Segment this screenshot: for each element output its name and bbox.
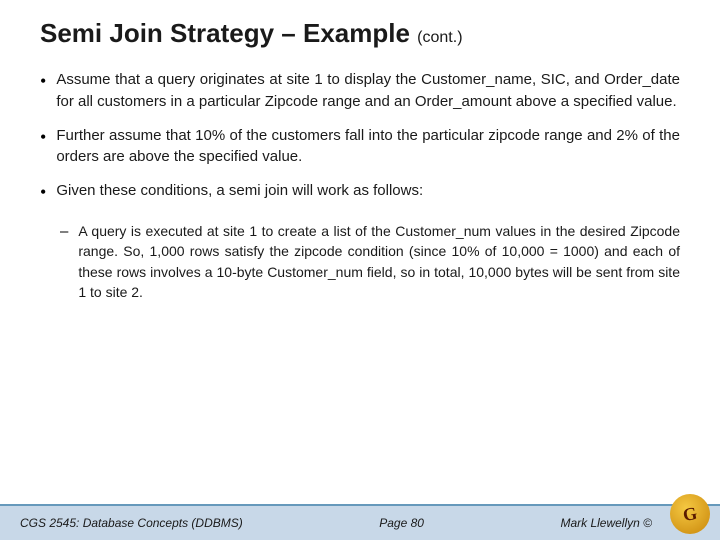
logo-circle: G [670,494,710,534]
logo: G [670,494,714,538]
sub-bullet-dash-1: – [60,221,68,243]
bullet-dot-1: • [40,69,46,94]
footer-right: Mark Llewellyn © [560,516,652,530]
footer-center: Page 80 [379,516,424,530]
logo-text: G [682,504,699,524]
slide-footer: CGS 2545: Database Concepts (DDBMS) Page… [0,504,720,540]
bullet-item-2: • Further assume that 10% of the custome… [40,125,680,169]
footer-left: CGS 2545: Database Concepts (DDBMS) [20,516,243,530]
bullet-dot-2: • [40,125,46,150]
slide-header: Semi Join Strategy – Example (cont.) [0,0,720,59]
bullet-item-1: • Assume that a query originates at site… [40,69,680,113]
bullet-text-3: Given these conditions, a semi join will… [56,180,423,202]
slide-content: • Assume that a query originates at site… [0,59,720,504]
bullet-text-1: Assume that a query originates at site 1… [56,69,680,113]
title-cont: (cont.) [417,29,462,46]
slide-container: Semi Join Strategy – Example (cont.) • A… [0,0,720,540]
sub-bullet-1: – A query is executed at site 1 to creat… [60,221,680,302]
slide-title: Semi Join Strategy – Example (cont.) [40,18,680,49]
sub-bullet-text-1: A query is executed at site 1 to create … [78,221,680,302]
title-main: Semi Join Strategy – Example [40,18,410,48]
bullet-item-3: • Given these conditions, a semi join wi… [40,180,680,205]
bullet-text-2: Further assume that 10% of the customers… [56,125,680,169]
bullet-dot-3: • [40,180,46,205]
